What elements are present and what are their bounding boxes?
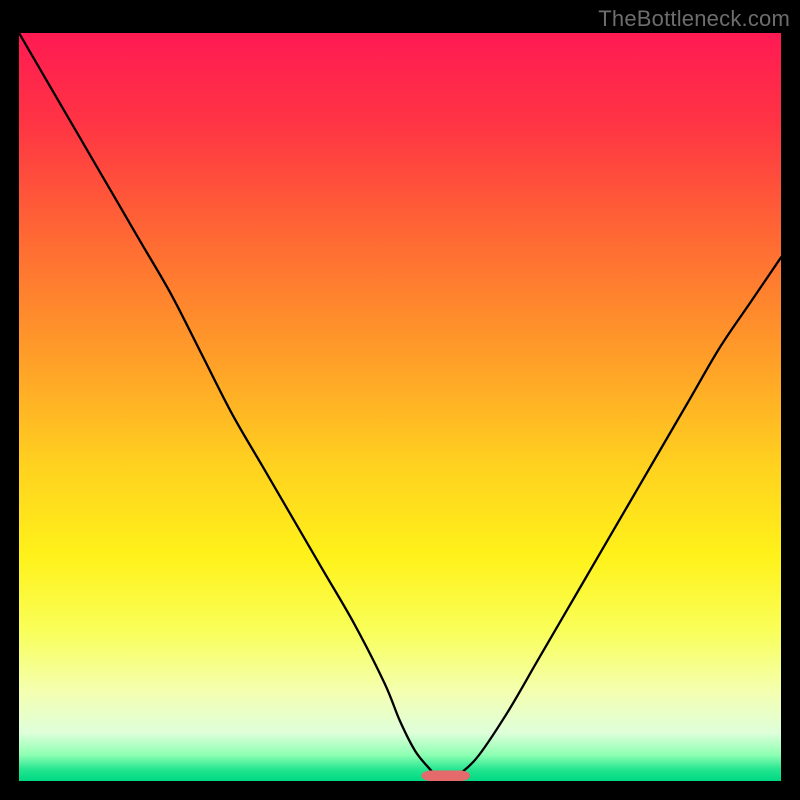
minimum-marker	[421, 771, 470, 781]
chart-frame: TheBottleneck.com	[0, 0, 800, 800]
bottleneck-plot	[19, 33, 781, 781]
gradient-background	[19, 33, 781, 781]
plot-svg	[19, 33, 781, 781]
watermark-text: TheBottleneck.com	[598, 6, 790, 32]
